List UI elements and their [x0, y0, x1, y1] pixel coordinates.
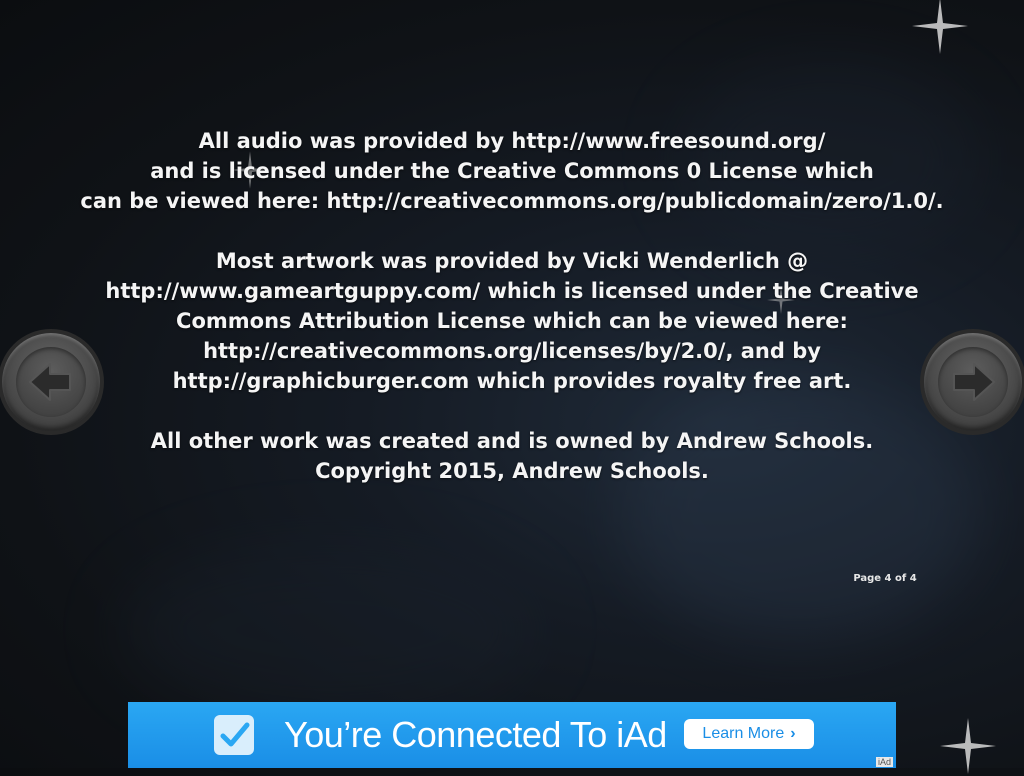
iad-banner[interactable]: You’re Connected To iAd Learn More › iAd [128, 702, 896, 768]
credit-line: Copyright 2015, Andrew Schools. [315, 459, 709, 483]
iad-corner-label: iAd [875, 757, 893, 767]
credit-line: http://www.gameartguppy.com/ which is li… [105, 279, 919, 303]
credit-line: All other work was created and is owned … [150, 429, 874, 453]
next-page-button[interactable] [924, 333, 1022, 431]
credit-line: can be viewed here: http://creativecommo… [80, 189, 944, 213]
arrow-right-icon [953, 363, 995, 401]
credit-line: http://creativecommons.org/licenses/by/2… [203, 339, 821, 363]
sparkle-star-icon [940, 718, 996, 774]
checkmark-icon [220, 722, 250, 747]
credits-text: All audio was provided by http://www.fre… [60, 126, 964, 516]
artwork-credit-paragraph: Most artwork was provided by Vicki Wende… [60, 246, 964, 396]
audio-credit-paragraph: All audio was provided by http://www.fre… [60, 126, 964, 216]
arrow-left-icon [29, 363, 71, 401]
credit-line: and is licensed under the Creative Commo… [150, 159, 874, 183]
previous-page-button[interactable] [2, 333, 100, 431]
page-indicator: Page 4 of 4 [853, 573, 917, 584]
learn-more-button[interactable]: Learn More › [684, 719, 814, 749]
copyright-paragraph: All other work was created and is owned … [60, 426, 964, 486]
ad-headline: You’re Connected To iAd [284, 714, 667, 755]
credit-line: Most artwork was provided by Vicki Wende… [215, 249, 809, 273]
sparkle-star-icon [912, 0, 968, 54]
credit-line: Commons Attribution License which can be… [176, 309, 848, 333]
background-glow [120, 540, 540, 720]
checkmark-box [214, 715, 254, 755]
credit-line: http://graphicburger.com which provides … [172, 369, 852, 393]
credit-line: All audio was provided by http://www.fre… [198, 129, 826, 153]
chevron-right-icon: › [790, 725, 796, 742]
learn-more-label: Learn More [702, 725, 785, 742]
